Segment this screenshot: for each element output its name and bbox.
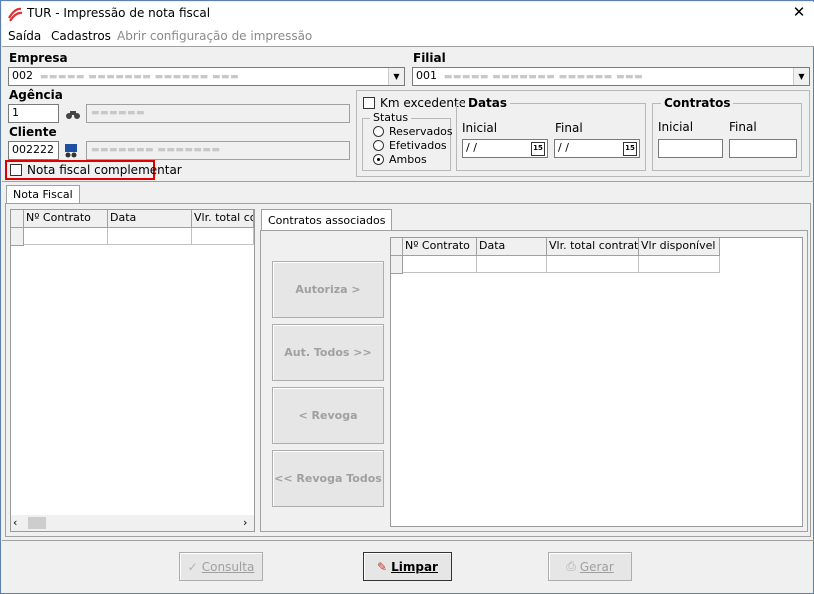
left-grid-header-contrato[interactable]: Nº Contrato [24,210,108,228]
datas-inicial-input[interactable]: / / 15 [462,139,548,158]
empresa-label: Empresa [9,51,68,65]
scroll-thumb[interactable] [28,517,46,529]
contratos-inicial-label: Inicial [658,120,694,134]
table-row[interactable] [108,228,192,245]
consulta-label: Consulta [201,559,255,574]
nota-complementar-checkbox[interactable] [10,164,22,176]
left-grid-row-indicator [11,228,24,246]
status-title: Status [370,111,412,124]
menu-abrir-configuracao[interactable]: Abrir configuração de impressão [117,29,312,43]
empresa-select[interactable]: 002 ▬▬▬▬▬ ▬▬▬▬▬▬▬ ▬▬▬▬▬▬ ▬▬▬ ▼ [8,67,405,86]
table-row[interactable] [403,256,477,273]
scroll-right-icon[interactable]: › [243,516,247,529]
footer-separator [2,540,814,541]
limpar-button[interactable]: ✎ Limpar [363,552,452,581]
autoriza-todos-button[interactable]: Aut. Todos >> [272,324,384,381]
filial-value: 001 [416,69,437,82]
consulta-button[interactable]: ✓ Consulta [179,552,263,581]
km-excedente-checkbox[interactable] [363,97,375,109]
right-grid-header-vlr-total[interactable]: Vlr. total contrato [547,238,639,256]
check-icon: ✓ [187,559,198,574]
left-grid[interactable] [10,209,255,532]
agencia-label: Agência [9,88,63,102]
revoga-button[interactable]: < Revoga [272,387,384,444]
client-lookup-icon[interactable] [63,141,83,160]
datas-final-label: Final [555,121,583,135]
filial-name-blurred: ▬▬▬▬▬ ▬▬▬▬▬▬▬ ▬▬▬▬▬▬ ▬▬▬ [440,72,644,82]
left-grid-hscrollbar[interactable]: ‹ › [11,515,254,531]
cliente-input[interactable]: 002222 [8,141,59,160]
km-excedente-label: Km excedente [380,96,467,110]
status-reservados-label: Reservados [389,125,453,138]
chevron-down-icon[interactable]: ▼ [388,68,404,85]
right-grid-header-data[interactable]: Data [477,238,547,256]
status-efetivados-label: Efetivados [389,139,447,152]
gerar-label: Gerar [579,559,614,574]
window-title: TUR - Impressão de nota fiscal [27,6,211,20]
eraser-icon: ✎ [377,559,388,574]
nota-complementar-label: Nota fiscal complementar [27,163,182,177]
agencia-name-field: ▬▬▬▬▬▬ [86,104,350,123]
status-reservados-radio[interactable] [373,126,384,137]
left-grid-header-vlr[interactable]: Vlr. total cor [192,210,254,228]
status-efetivados-radio[interactable] [373,140,384,151]
limpar-label: Limpar [391,559,438,574]
datas-group [456,103,646,171]
table-row[interactable] [24,228,108,245]
filial-select[interactable]: 001 ▬▬▬▬▬ ▬▬▬▬▬▬▬ ▬▬▬▬▬▬ ▬▬▬ ▼ [412,67,810,86]
empresa-value: 002 [12,69,33,82]
status-ambos-label: Ambos [389,153,427,166]
agencia-input[interactable]: 1 [8,104,59,123]
app-logo-icon [8,7,23,22]
menu-saida[interactable]: Saída [8,29,41,43]
left-grid-corner [11,210,24,228]
binoculars-search-icon[interactable] [63,104,83,123]
printer-icon: ⎙ [566,559,576,573]
tab-nota-fiscal[interactable]: Nota Fiscal [6,185,80,204]
cliente-name-field: ▬▬▬▬▬▬▬ ▬▬▬▬▬▬▬ [86,141,350,160]
status-ambos-radio[interactable] [373,154,384,165]
right-grid[interactable] [390,237,803,527]
filial-label: Filial [413,51,446,65]
revoga-todos-button[interactable]: << Revoga Todos [272,450,384,507]
calendar-icon[interactable]: 15 [623,142,637,156]
autoriza-button[interactable]: Autoriza > [272,261,384,318]
contratos-final-label: Final [729,120,757,134]
empresa-name-blurred: ▬▬▬▬▬ ▬▬▬▬▬▬▬ ▬▬▬▬▬▬ ▬▬▬ [36,72,240,82]
datas-inicial-value: / / [466,141,477,154]
menu-cadastros[interactable]: Cadastros [51,29,111,43]
gerar-button[interactable]: ⎙ Gerar [548,552,632,581]
contratos-inicial-input[interactable] [658,139,723,158]
table-row[interactable] [639,256,720,273]
main-window: TUR - Impressão de nota fiscal ✕ Saída C… [0,0,814,594]
datas-final-value: / / [558,141,569,154]
header-separator [2,181,814,182]
datas-title: Datas [465,96,511,110]
tab-contratos-associados[interactable]: Contratos associados [261,209,393,231]
datas-inicial-label: Inicial [462,121,498,135]
contratos-final-input[interactable] [729,139,797,158]
right-grid-header-vlr-disponivel[interactable]: Vlr disponível [639,238,720,256]
cliente-label: Cliente [9,125,57,139]
chevron-down-icon[interactable]: ▼ [793,68,809,85]
table-row[interactable] [547,256,639,273]
contratos-group [652,103,802,171]
right-grid-header-contrato[interactable]: Nº Contrato [403,238,477,256]
calendar-icon[interactable]: 15 [531,142,545,156]
contratos-title: Contratos [661,96,734,110]
table-row[interactable] [192,228,254,245]
table-row[interactable] [477,256,547,273]
right-grid-corner [391,238,403,256]
right-grid-row-indicator [391,256,403,274]
left-grid-header-data[interactable]: Data [108,210,192,228]
menu-separator [2,46,814,47]
scroll-left-icon[interactable]: ‹ [13,516,17,529]
datas-final-input[interactable]: / / 15 [554,139,640,158]
close-icon[interactable]: ✕ [791,4,807,20]
